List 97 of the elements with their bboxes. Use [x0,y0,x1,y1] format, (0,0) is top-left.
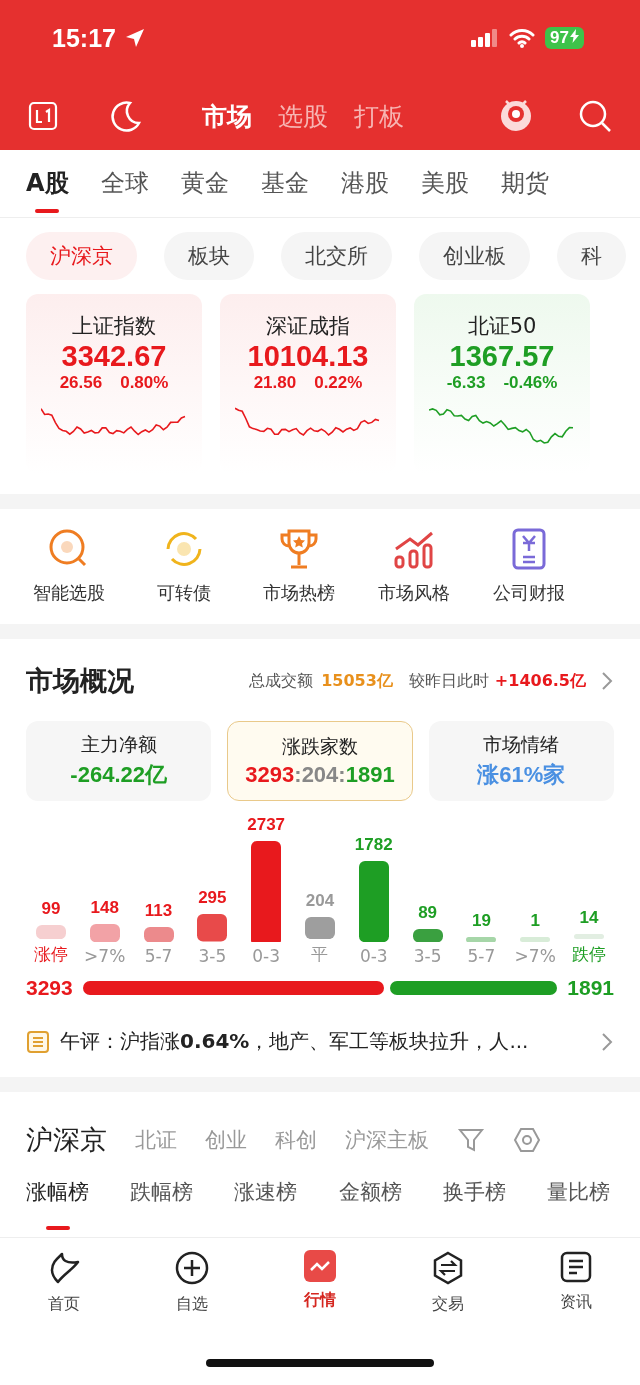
ranking-tab[interactable]: 涨幅榜 [26,1176,89,1230]
shortcut-label[interactable]: 智能选股 [32,581,105,605]
up-total: 3293 [26,976,73,1000]
bar-value: 19 [471,910,491,931]
bar-category: 平 [311,943,329,966]
battery-indicator: 97 [545,27,584,49]
index-percent: -0.46% [503,373,558,393]
bar-value: 204 [305,890,335,911]
bar-category: 5-7 [144,946,173,966]
index-price: 3342.67 [61,340,167,373]
shortcut-label[interactable]: 市场风格 [377,581,450,605]
nav-tab[interactable]: 市场 [202,99,252,133]
note-icon [26,1029,50,1054]
bottom-nav-item[interactable]: 自选 [152,1250,232,1359]
bar-value: 148 [90,897,119,918]
market-tab[interactable]: 美股 [420,154,469,213]
search-icon[interactable] [578,99,612,133]
stat-label: 主力净额 [80,732,157,757]
index-change: 26.56 [59,373,103,393]
ranking-tab[interactable]: 涨速榜 [234,1176,298,1230]
bar-value: 1782 [354,834,393,855]
market-tab[interactable]: 期货 [500,154,549,213]
market-tab[interactable]: 基金 [260,154,309,213]
index-percent: 0.22% [314,373,363,393]
market-tab[interactable]: 港股 [340,154,389,213]
index-price: 10104.13 [247,340,369,373]
wifi-icon [509,28,536,48]
market-comment[interactable]: 午评：沪指涨0.64%，地产、军工等板块拉升，人... [60,1028,590,1055]
ranking-tab[interactable]: 换手榜 [442,1176,506,1230]
shortcut-label[interactable]: 公司财报 [492,581,565,605]
index-percent: 0.80% [120,373,169,393]
filter-icon[interactable] [457,1126,485,1154]
stat-value: 涨61%家 [477,761,566,789]
bar-value: 14 [579,908,599,928]
bar-category: 涨停 [33,943,68,966]
index-change: 21.80 [253,373,297,393]
market-tab[interactable]: 全球 [100,154,149,213]
bar-category: 0-3 [359,946,388,966]
bottom-nav-item[interactable]: 行情 [280,1250,360,1359]
bar-category: 0-3 [252,946,281,966]
bar-value: 99 [41,898,61,919]
ranking-tab[interactable]: 金额榜 [338,1176,402,1230]
ranking-title: 沪深京 [26,1123,107,1157]
plus-circle-icon [174,1250,210,1286]
turnover-value: 15053亿 [321,670,393,692]
market-tab[interactable]: A股 [26,154,69,213]
bar-value: 2737 [247,815,286,835]
turnover-label: 总成交额 [249,670,314,692]
board-pill[interactable]: 沪深京 [26,232,137,280]
document-icon [559,1250,593,1284]
stat-card[interactable]: 涨跌家数 3293:204:1891 [227,721,413,801]
stat-card[interactable]: 市场情绪 涨61%家 [428,721,614,801]
line-chart-icon [304,1250,336,1282]
bar-value: 295 [198,888,227,909]
board-pill[interactable]: 创业板 [419,232,530,280]
bar-category: 5-7 [467,946,496,966]
stat-label: 市场情绪 [483,732,560,757]
bar-value: 1 [530,911,540,931]
signal-icon [471,29,500,47]
settings-icon[interactable] [513,1126,541,1154]
compare-value: +1406.5亿 [494,670,586,692]
stat-label: 涨跌家数 [282,734,358,759]
charging-bolt-icon [570,29,579,43]
down-total: 1891 [567,976,614,1000]
index-change: -6.33 [446,373,486,393]
ranking-tab[interactable]: 量比榜 [546,1176,610,1230]
moon-icon[interactable] [108,99,142,133]
compare-label: 较昨日此时 [408,670,489,692]
board-pill[interactable]: 北交所 [281,232,392,280]
index-name: 深证成指 [266,313,350,340]
board-pill[interactable]: 科 [557,232,626,280]
index-price: 1367.57 [449,340,555,373]
stat-card[interactable]: 主力净额 -264.22亿 [26,721,212,801]
board-pill[interactable]: 板块 [164,232,254,280]
index-name: 上证指数 [72,313,156,340]
bottom-nav-item[interactable]: 资讯 [536,1250,616,1359]
shortcut-label[interactable]: 可转债 [156,581,211,605]
bar-category: 3-5 [413,946,442,966]
stat-value: 3293:204:1891 [245,762,395,788]
bar-category: >7% [84,946,126,966]
level-one-icon[interactable] [28,101,58,131]
bottom-nav-item[interactable]: 交易 [408,1250,488,1359]
status-time: 15:17 [52,23,116,53]
shortcut-label[interactable]: 市场热榜 [262,581,335,605]
bar-category: 3-5 [198,946,227,966]
bottom-nav-item[interactable]: 首页 [24,1250,104,1359]
bar-value: 89 [418,902,438,923]
section-title: 市场概况 [26,664,135,698]
market-tab[interactable]: 黄金 [180,154,229,213]
bar-value: 113 [144,900,173,921]
bar-category: 跌停 [572,943,607,966]
chevron-right-icon[interactable] [600,670,614,692]
ranking-tab[interactable]: 跌幅榜 [130,1176,194,1230]
chevron-right-icon[interactable] [600,1030,614,1053]
index-name: 北证50 [467,313,537,340]
stat-value: -264.22亿 [70,761,167,789]
bar-category: >7% [514,946,556,966]
